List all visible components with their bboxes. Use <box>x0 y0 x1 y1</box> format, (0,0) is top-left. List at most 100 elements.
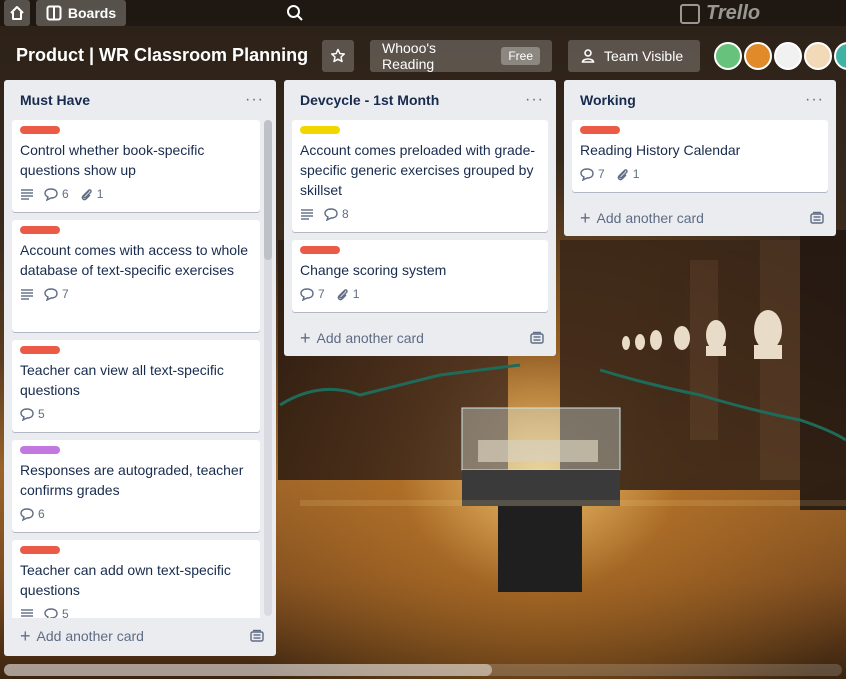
avatar[interactable] <box>774 42 802 70</box>
plus-icon: + <box>580 208 591 228</box>
add-card-label: Add another card <box>36 628 144 644</box>
comment-icon <box>580 168 594 181</box>
card[interactable]: Responses are autograded, teacher confir… <box>12 440 260 532</box>
card[interactable]: Account comes preloaded with grade-speci… <box>292 120 548 232</box>
list-menu-icon[interactable]: ··· <box>525 91 544 109</box>
list-title[interactable]: Must Have <box>20 92 90 108</box>
card-template-icon[interactable] <box>530 331 544 345</box>
card-title: Responses are autograded, teacher confir… <box>20 462 244 498</box>
list-must-have: Must Have ··· Control whether book-speci… <box>4 80 276 656</box>
avatar[interactable] <box>834 42 846 70</box>
add-card-button[interactable]: + Add another card <box>284 320 556 356</box>
search-button[interactable] <box>282 0 308 26</box>
comments-count: 8 <box>342 207 349 221</box>
star-icon <box>330 48 346 63</box>
visibility-button[interactable]: Team Visible <box>568 40 700 72</box>
card-title: Teacher can add own text-specific questi… <box>20 562 231 598</box>
list-scrollbar[interactable] <box>264 120 272 616</box>
board-scrollbar-thumb[interactable] <box>4 664 492 676</box>
card-badges: 5 <box>20 406 252 422</box>
comment-icon <box>44 288 58 301</box>
team-icon <box>581 49 595 63</box>
avatar[interactable] <box>804 42 832 70</box>
card-title: Teacher can view all text-specific quest… <box>20 362 224 398</box>
attachment-icon <box>81 189 92 201</box>
avatar[interactable] <box>714 42 742 70</box>
card-label[interactable] <box>20 546 60 554</box>
card-badges: 7 1 <box>580 166 820 182</box>
home-button[interactable] <box>4 0 30 26</box>
comments-count: 7 <box>598 167 605 181</box>
card[interactable]: Teacher can add own text-specific questi… <box>12 540 260 618</box>
card[interactable]: Teacher can view all text-specific quest… <box>12 340 260 432</box>
comment-icon <box>20 408 34 421</box>
description-icon <box>21 609 33 617</box>
list-title[interactable]: Devcycle - 1st Month <box>300 92 439 108</box>
trello-logo[interactable]: Trello <box>680 2 760 25</box>
card-label[interactable] <box>580 126 620 134</box>
card-badges: 6 1 <box>20 186 252 202</box>
list-scrollbar-thumb[interactable] <box>264 120 272 260</box>
attachments-badge: 1 <box>335 287 360 301</box>
board-header: Product | WR Classroom Planning Whooo's … <box>0 36 846 76</box>
boards-button[interactable]: Boards <box>36 0 126 26</box>
avatar[interactable] <box>744 42 772 70</box>
card-list: Control whether book-specific questions … <box>4 120 276 618</box>
plus-icon: + <box>20 626 31 646</box>
plan-badge: Free <box>501 47 540 65</box>
boards-icon <box>46 5 62 21</box>
card-template-icon[interactable] <box>810 211 824 225</box>
comments-count: 7 <box>318 287 325 301</box>
add-card-button[interactable]: + Add another card <box>4 618 276 654</box>
attachments-count: 1 <box>632 167 640 181</box>
card-label[interactable] <box>300 246 340 254</box>
card[interactable]: Change scoring system 7 1 <box>292 240 548 312</box>
card-badges: 6 <box>20 506 252 522</box>
add-card-label: Add another card <box>596 210 704 226</box>
star-board-button[interactable] <box>322 40 354 72</box>
visibility-label: Team Visible <box>604 48 684 64</box>
list-menu-icon[interactable]: ··· <box>245 91 264 109</box>
card[interactable]: Reading History Calendar 7 1 <box>572 120 828 192</box>
card-label[interactable] <box>20 446 60 454</box>
attachments-badge: 1 <box>615 167 640 181</box>
card-label[interactable] <box>300 126 340 134</box>
top-navigation-bar: Boards Trello <box>0 0 846 26</box>
list-header[interactable]: Must Have ··· <box>4 80 276 120</box>
comments-count: 6 <box>38 507 45 521</box>
comments-badge: 6 <box>20 507 45 521</box>
comment-icon <box>300 288 314 301</box>
card-title: Change scoring system <box>300 262 447 278</box>
description-badge <box>300 208 314 220</box>
description-icon <box>21 289 33 300</box>
comments-badge: 6 <box>44 187 69 201</box>
description-badge <box>20 188 34 200</box>
list-header[interactable]: Devcycle - 1st Month ··· <box>284 80 556 120</box>
comment-icon <box>20 508 34 521</box>
description-icon <box>21 189 33 200</box>
card-title: Control whether book-specific questions … <box>20 142 205 178</box>
board-horizontal-scrollbar[interactable] <box>4 664 842 676</box>
comments-badge: 8 <box>324 207 349 221</box>
comments-badge: 5 <box>44 607 69 618</box>
card[interactable]: Control whether book-specific questions … <box>12 120 260 212</box>
add-card-label: Add another card <box>316 330 424 346</box>
card-label[interactable] <box>20 346 60 354</box>
attachments-count: 1 <box>352 287 360 301</box>
list-devcycle: Devcycle - 1st Month ··· Account comes p… <box>284 80 556 356</box>
comment-icon <box>44 188 58 201</box>
description-badge <box>20 288 34 300</box>
card[interactable]: Account comes with access to whole datab… <box>12 220 260 332</box>
card-label[interactable] <box>20 226 60 234</box>
list-menu-icon[interactable]: ··· <box>805 91 824 109</box>
card-template-icon[interactable] <box>250 629 264 643</box>
list-title[interactable]: Working <box>580 92 636 108</box>
list-working: Working ··· Reading History Calendar 7 1… <box>564 80 836 236</box>
card-label[interactable] <box>20 126 60 134</box>
list-header[interactable]: Working ··· <box>564 80 836 120</box>
comments-count: 7 <box>62 287 69 301</box>
team-button[interactable]: Whooo's Reading Free <box>370 40 552 72</box>
attachment-icon <box>617 169 628 181</box>
add-card-button[interactable]: + Add another card <box>564 200 836 236</box>
board-title[interactable]: Product | WR Classroom Planning <box>16 45 308 66</box>
